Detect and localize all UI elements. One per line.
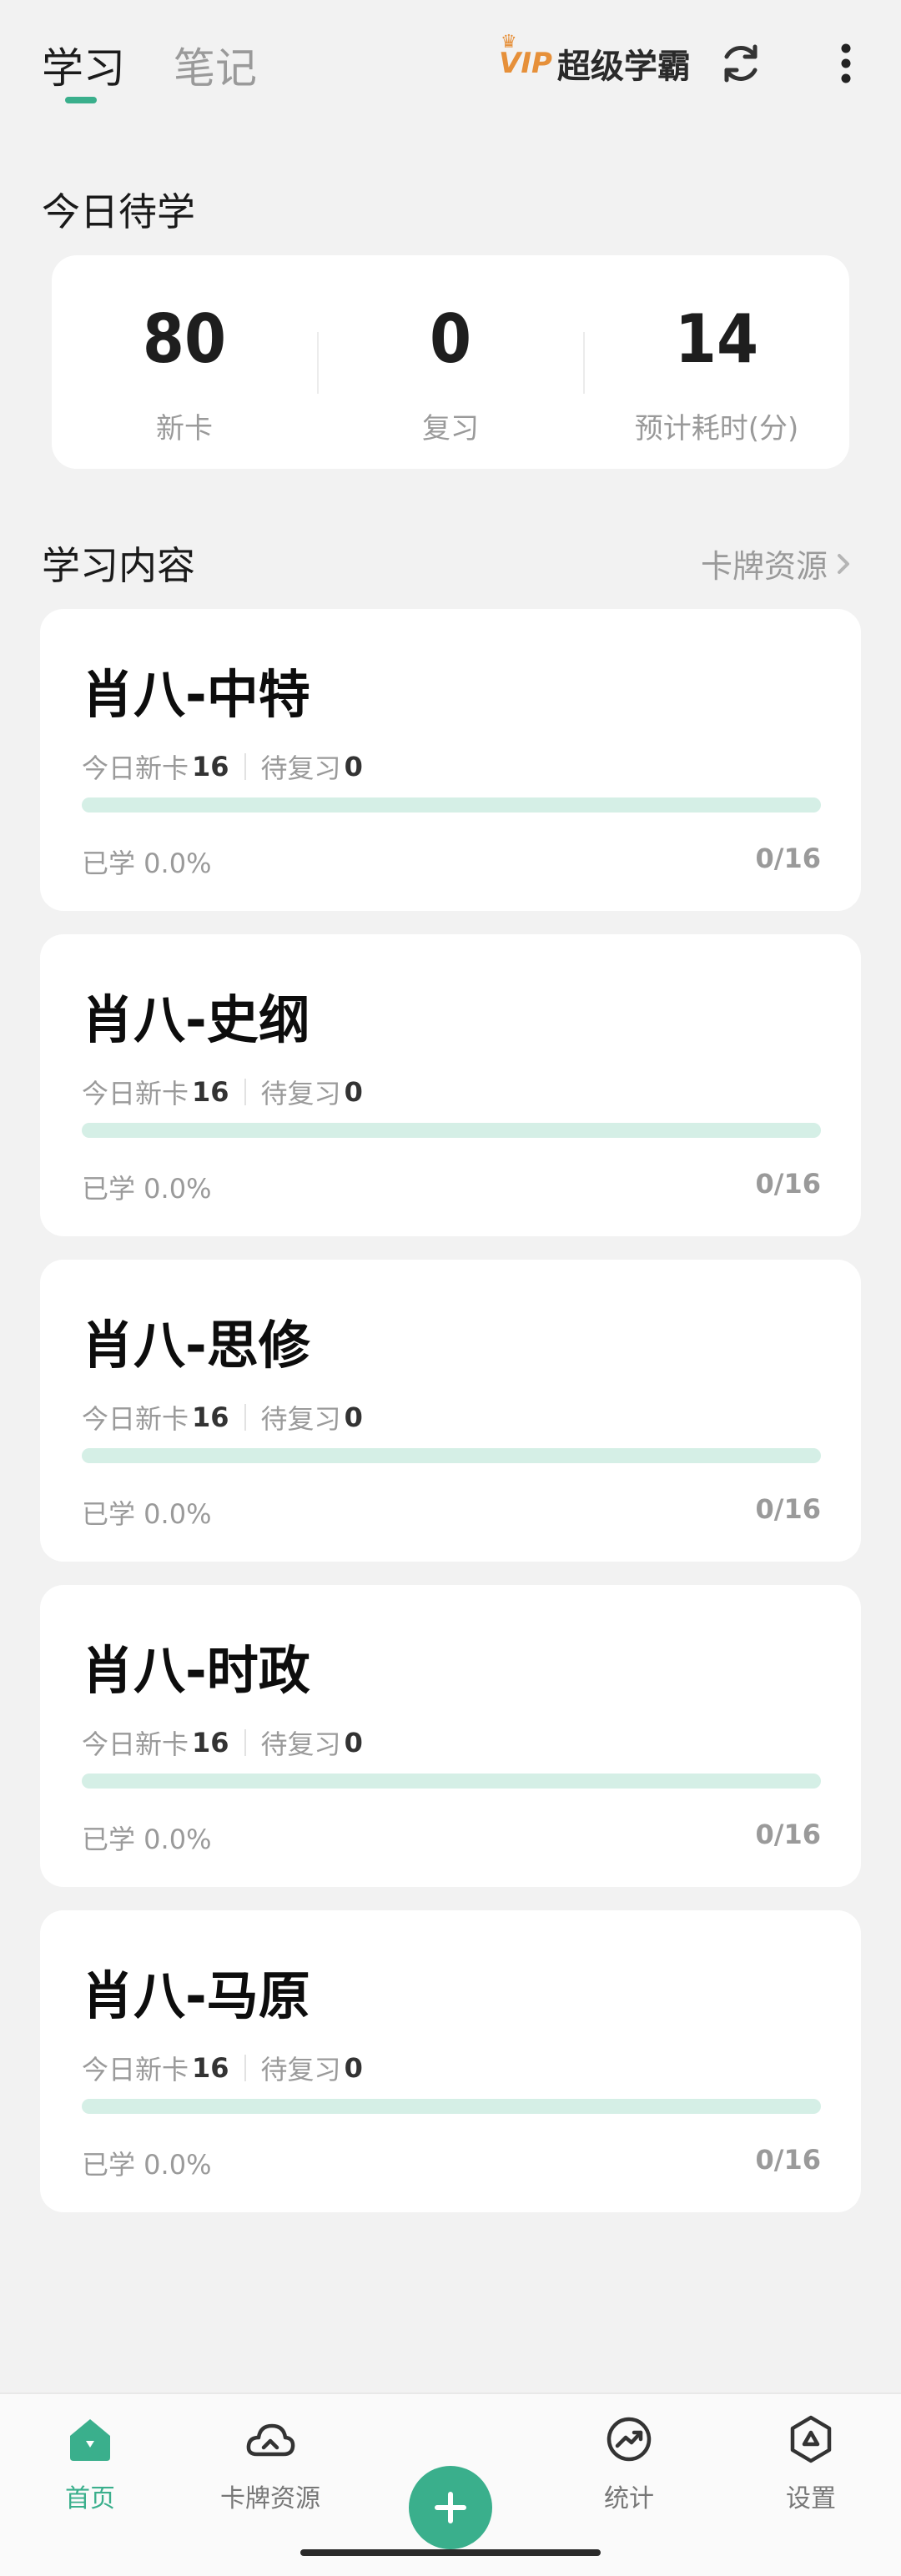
new-cards-label: 今日新卡 <box>82 1403 189 1435</box>
stat-label: 复习 <box>422 412 479 445</box>
learned-percent: 已学 0.0% <box>82 848 212 879</box>
new-cards-count: 16 <box>192 1401 229 1433</box>
divider <box>244 1729 246 1756</box>
learned-percent: 已学 0.0% <box>82 1498 212 1530</box>
learned-percent: 已学 0.0% <box>82 1824 212 1855</box>
deck-card[interactable]: 肖八-时政今日新卡 16 待复习 0 已学 0.0% 0/16 <box>40 1585 861 1887</box>
learned-count: 0/16 <box>755 1819 821 1850</box>
new-cards-label: 今日新卡 <box>82 1078 189 1109</box>
vip-label: 超级学霸 <box>556 48 691 86</box>
divider <box>244 2055 246 2081</box>
vip-badge: ♛ VIP <box>499 32 552 80</box>
divider <box>244 753 246 780</box>
new-cards-label: 今日新卡 <box>82 752 189 784</box>
deck-meta: 今日新卡 16 待复习 0 <box>82 1723 363 1762</box>
settings-icon <box>790 2415 832 2463</box>
trend-icon <box>607 2417 652 2462</box>
progress-bar <box>82 1774 821 1789</box>
card-resources-link[interactable]: 卡牌资源 <box>701 541 854 586</box>
stat-review: 0 复习 <box>318 255 583 469</box>
new-cards-count: 16 <box>192 2052 229 2084</box>
home-icon <box>70 2419 110 2461</box>
add-icon <box>435 2492 466 2523</box>
deck-card[interactable]: 肖八-史纲今日新卡 16 待复习 0 已学 0.0% 0/16 <box>40 934 861 1236</box>
home-indicator <box>300 2549 601 2556</box>
tab-notes[interactable]: 笔记 <box>174 35 257 95</box>
stat-new-cards: 80 新卡 <box>52 255 317 469</box>
stat-value: 14 <box>674 300 759 378</box>
nav-home[interactable]: 首页 <box>23 2412 157 2514</box>
divider <box>244 1079 246 1105</box>
deck-title: 肖八-中特 <box>82 664 310 725</box>
deck-card[interactable]: 肖八-马原今日新卡 16 待复习 0 已学 0.0% 0/16 <box>40 1910 861 2212</box>
deck-title: 肖八-马原 <box>82 1965 310 2026</box>
refresh-icon[interactable] <box>711 33 771 93</box>
nav-card-resources[interactable]: 卡牌资源 <box>204 2412 337 2514</box>
more-vertical-icon[interactable] <box>816 33 876 93</box>
crown-icon: ♛ <box>501 32 517 53</box>
vip-button[interactable]: ♛ VIP 超级学霸 <box>499 32 691 88</box>
stat-value: 0 <box>429 300 472 378</box>
review-count: 0 <box>344 751 363 782</box>
progress-bar <box>82 797 821 813</box>
stat-value: 80 <box>142 300 227 378</box>
add-button[interactable] <box>409 2466 492 2549</box>
learned-count: 0/16 <box>755 1168 821 1200</box>
deck-meta: 今日新卡 16 待复习 0 <box>82 2049 363 2087</box>
nav-label: 卡牌资源 <box>220 2484 320 2513</box>
content-section-title: 学习内容 <box>42 543 195 588</box>
stat-label: 新卡 <box>156 412 213 445</box>
deck-card[interactable]: 肖八-思修今日新卡 16 待复习 0 已学 0.0% 0/16 <box>40 1260 861 1562</box>
new-cards-count: 16 <box>192 751 229 782</box>
deck-title: 肖八-思修 <box>82 1315 310 1376</box>
review-label: 待复习 <box>260 2054 341 2085</box>
new-cards-count: 16 <box>192 1727 229 1758</box>
review-label: 待复习 <box>260 752 341 784</box>
active-tab-indicator <box>65 97 97 103</box>
stat-estimated-time: 14 预计耗时(分) <box>584 255 849 469</box>
nav-statistics[interactable]: 统计 <box>562 2412 696 2514</box>
review-count: 0 <box>344 1076 363 1108</box>
progress-bar <box>82 2099 821 2114</box>
nav-settings[interactable]: 设置 <box>744 2412 878 2514</box>
learned-percent: 已学 0.0% <box>82 1173 212 1205</box>
new-cards-label: 今日新卡 <box>82 2054 189 2085</box>
today-summary-card: 80 新卡 0 复习 14 预计耗时(分) <box>52 255 849 469</box>
deck-meta: 今日新卡 16 待复习 0 <box>82 1398 363 1436</box>
divider <box>244 1404 246 1431</box>
progress-bar <box>82 1448 821 1463</box>
review-label: 待复习 <box>260 1403 341 1435</box>
review-label: 待复习 <box>260 1728 341 1760</box>
review-count: 0 <box>344 1401 363 1433</box>
deck-meta: 今日新卡 16 待复习 0 <box>82 747 363 786</box>
learned-count: 0/16 <box>755 1493 821 1525</box>
progress-bar <box>82 1123 821 1138</box>
card-resources-link-label: 卡牌资源 <box>700 548 828 585</box>
chevron-right-icon <box>838 553 849 574</box>
nav-label: 统计 <box>604 2484 654 2513</box>
nav-label: 设置 <box>786 2484 836 2513</box>
new-cards-count: 16 <box>192 1076 229 1108</box>
today-section-title: 今日待学 <box>42 189 195 234</box>
stat-label: 预计耗时(分) <box>634 412 799 445</box>
deck-card[interactable]: 肖八-中特今日新卡 16 待复习 0 已学 0.0% 0/16 <box>40 609 861 911</box>
learned-percent: 已学 0.0% <box>82 2149 212 2181</box>
top-bar: 学习 笔记 ♛ VIP 超级学霸 <box>0 0 901 125</box>
deck-title: 肖八-时政 <box>82 1640 310 1701</box>
deck-title: 肖八-史纲 <box>82 989 310 1050</box>
learned-count: 0/16 <box>755 843 821 874</box>
nav-label: 首页 <box>65 2484 115 2513</box>
review-label: 待复习 <box>260 1078 341 1109</box>
tab-study[interactable]: 学习 <box>42 35 125 95</box>
deck-meta: 今日新卡 16 待复习 0 <box>82 1073 363 1111</box>
learned-count: 0/16 <box>755 2144 821 2176</box>
review-count: 0 <box>344 2052 363 2084</box>
review-count: 0 <box>344 1727 363 1758</box>
cloud-icon <box>246 2423 295 2457</box>
new-cards-label: 今日新卡 <box>82 1728 189 1760</box>
